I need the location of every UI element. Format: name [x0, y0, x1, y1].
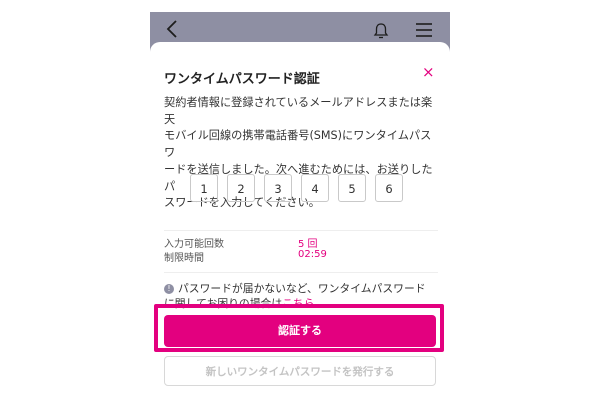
otp-digit-input[interactable]: 1	[190, 174, 218, 202]
attempts-label: 入力可能回数	[164, 239, 224, 250]
attempts-value: 5 回	[298, 239, 318, 250]
description-line: モバイル回線の携帯電話番号(SMS)にワンタイムパスワ	[164, 129, 432, 160]
description-line: 契約者情報に登録されているメールアドレスまたは楽天	[164, 96, 433, 126]
otp-digit-input[interactable]: 5	[338, 174, 366, 202]
phone-screen: ワンタイムパスワード認証 × 契約者情報に登録されているメールアドレスまたは楽天…	[150, 12, 450, 413]
divider	[164, 272, 438, 273]
otp-digit-input[interactable]: 6	[375, 174, 403, 202]
time-limit-label: 制限時間	[164, 253, 204, 264]
time-limit-value: 02:59	[298, 249, 327, 260]
info-icon: !	[164, 284, 174, 294]
close-icon[interactable]: ×	[422, 64, 435, 80]
otp-digit-input[interactable]: 4	[301, 174, 329, 202]
otp-modal: ワンタイムパスワード認証 × 契約者情報に登録されているメールアドレスまたは楽天…	[150, 42, 450, 413]
divider	[164, 230, 438, 231]
chevron-left-icon[interactable]	[164, 18, 182, 40]
hamburger-menu-icon[interactable]	[414, 22, 434, 38]
notice-text: パスワードが届かないなど、ワンタイムパスワード	[178, 282, 426, 295]
otp-input-row: 1 2 3 4 5 6	[190, 174, 406, 204]
bell-icon[interactable]	[372, 22, 390, 40]
modal-title: ワンタイムパスワード認証	[164, 72, 320, 87]
resend-otp-button[interactable]: 新しいワンタイムパスワードを発行する	[164, 356, 436, 386]
otp-digit-input[interactable]: 3	[264, 174, 292, 202]
otp-digit-input[interactable]: 2	[227, 174, 255, 202]
highlight-frame	[154, 304, 444, 352]
